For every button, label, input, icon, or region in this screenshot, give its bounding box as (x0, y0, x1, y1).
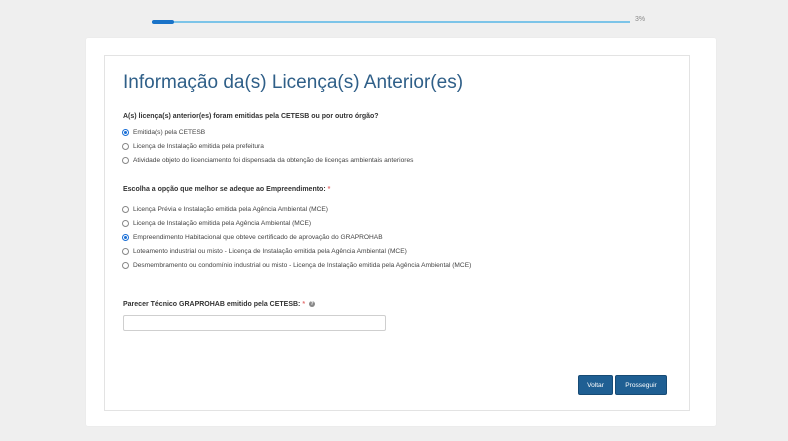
progress-fill (152, 20, 174, 24)
radio-option-previa-instalacao[interactable]: Licença Prévia e Instalação emitida pela… (122, 204, 328, 214)
progress-track (152, 21, 630, 23)
question-circle-icon[interactable]: ? (309, 301, 316, 308)
parecer-text: Parecer Técnico GRAPROHAB emitido pela C… (123, 301, 301, 308)
progress-bar: 3% (152, 16, 652, 28)
radio-option-graprohab[interactable]: Empreendimento Habitacional que obteve c… (122, 232, 383, 242)
question-licenca-origem-label: A(s) licença(s) anterior(es) foram emiti… (123, 113, 379, 120)
radio-label: Licença Prévia e Instalação emitida pela… (133, 205, 328, 213)
radio-button[interactable] (122, 219, 129, 227)
radio-label: Licença de Instalação emitida pela prefe… (133, 142, 264, 150)
required-mark: * (327, 186, 331, 193)
radio-label: Desmembramento ou condomínio industrial … (133, 261, 472, 269)
next-button[interactable]: Prosseguir (615, 375, 667, 395)
radio-option-dispensada[interactable]: Atividade objeto do licenciamento foi di… (122, 155, 413, 165)
radio-label: Atividade objeto do licenciamento foi di… (133, 156, 414, 164)
radio-button[interactable] (122, 156, 129, 164)
question-empreendimento-label: Escolha a opção que melhor se adeque ao … (123, 186, 330, 193)
radio-option-prefeitura[interactable]: Licença de Instalação emitida pela prefe… (122, 141, 264, 151)
question-text: Escolha a opção que melhor se adeque ao … (123, 186, 326, 193)
radio-button[interactable] (122, 261, 129, 269)
required-mark: * (302, 301, 306, 308)
page-title: Informação da(s) Licença(s) Anterior(es) (123, 72, 464, 93)
radio-option-instalacao-mce[interactable]: Licença de Instalação emitida pela Agênc… (122, 218, 311, 228)
back-button[interactable]: Voltar (578, 375, 613, 395)
radio-option-desmembramento[interactable]: Desmembramento ou condomínio industrial … (122, 260, 471, 270)
radio-label: Empreendimento Habitacional que obteve c… (133, 233, 383, 241)
radio-button[interactable] (122, 247, 129, 255)
radio-label: Emitida(s) pela CETESB (133, 128, 206, 136)
radio-option-emitida-cetesb[interactable]: Emitida(s) pela CETESB (122, 127, 205, 137)
radio-button[interactable] (122, 142, 129, 150)
radio-option-loteamento[interactable]: Loteamento industrial ou misto - Licença… (122, 246, 407, 256)
radio-label: Licença de Instalação emitida pela Agênc… (133, 219, 312, 227)
radio-label: Loteamento industrial ou misto - Licença… (133, 247, 407, 255)
radio-button-checked[interactable] (122, 128, 129, 136)
radio-button-checked[interactable] (122, 233, 129, 241)
parecer-label: Parecer Técnico GRAPROHAB emitido pela C… (123, 301, 316, 308)
radio-button[interactable] (122, 205, 129, 213)
parecer-input[interactable] (123, 315, 386, 331)
progress-percent: 3% (635, 16, 646, 23)
